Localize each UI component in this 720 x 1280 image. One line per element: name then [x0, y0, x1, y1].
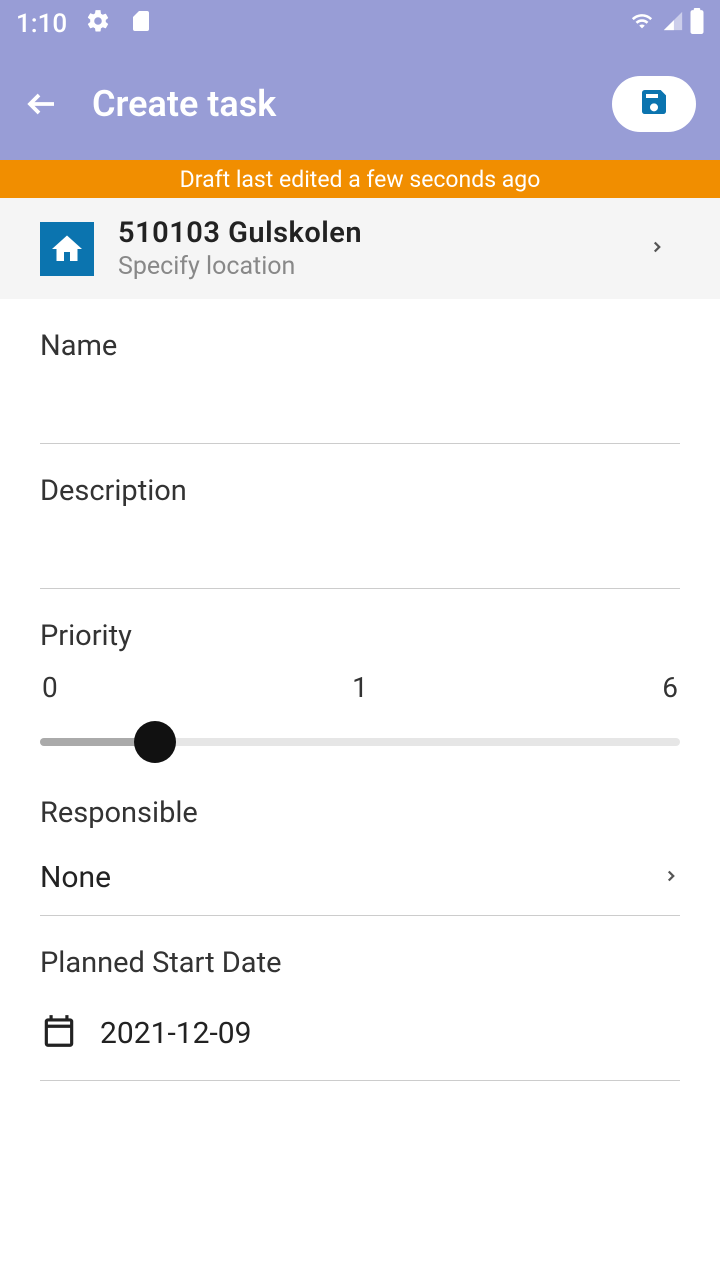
sd-card-icon — [129, 8, 153, 41]
save-icon — [638, 86, 670, 122]
priority-max: 6 — [662, 671, 678, 704]
wifi-icon — [628, 9, 656, 39]
location-title: 510103 Gulskolen — [118, 216, 624, 250]
priority-label: Priority — [40, 619, 680, 653]
planned-date-row[interactable]: 2021-12-09 — [40, 990, 680, 1080]
draft-banner: Draft last edited a few seconds ago — [0, 160, 720, 198]
responsible-row[interactable]: None — [40, 840, 680, 915]
description-section: Description — [40, 444, 680, 589]
location-subtitle: Specify location — [118, 252, 624, 281]
app-bar: Create task — [0, 48, 720, 160]
description-label: Description — [40, 474, 680, 508]
back-button[interactable] — [24, 86, 60, 122]
priority-min: 0 — [42, 671, 58, 704]
priority-section: Priority 0 1 6 — [40, 589, 680, 766]
signal-icon — [662, 9, 684, 39]
calendar-icon — [40, 1012, 78, 1054]
chevron-right-icon — [662, 862, 680, 894]
clock: 1:10 — [16, 9, 67, 39]
name-input[interactable] — [40, 373, 680, 443]
priority-slider[interactable] — [40, 718, 680, 766]
description-input[interactable] — [40, 518, 680, 588]
status-bar: 1:10 — [0, 0, 720, 48]
name-section: Name — [40, 299, 680, 444]
planned-date-section: Planned Start Date 2021-12-09 — [40, 916, 680, 1081]
battery-icon — [690, 8, 704, 41]
priority-current: 1 — [352, 671, 368, 704]
slider-thumb[interactable] — [134, 721, 176, 763]
planned-date-value: 2021-12-09 — [100, 1016, 251, 1051]
house-icon — [40, 222, 94, 276]
responsible-label: Responsible — [40, 796, 680, 830]
location-row[interactable]: 510103 Gulskolen Specify location — [0, 198, 720, 299]
planned-date-label: Planned Start Date — [40, 946, 680, 980]
name-label: Name — [40, 329, 680, 363]
chevron-right-icon — [648, 233, 696, 265]
settings-icon — [85, 8, 111, 41]
page-title: Create task — [92, 83, 580, 125]
responsible-value: None — [40, 860, 111, 895]
responsible-section: Responsible None — [40, 786, 680, 916]
save-button[interactable] — [612, 76, 696, 132]
